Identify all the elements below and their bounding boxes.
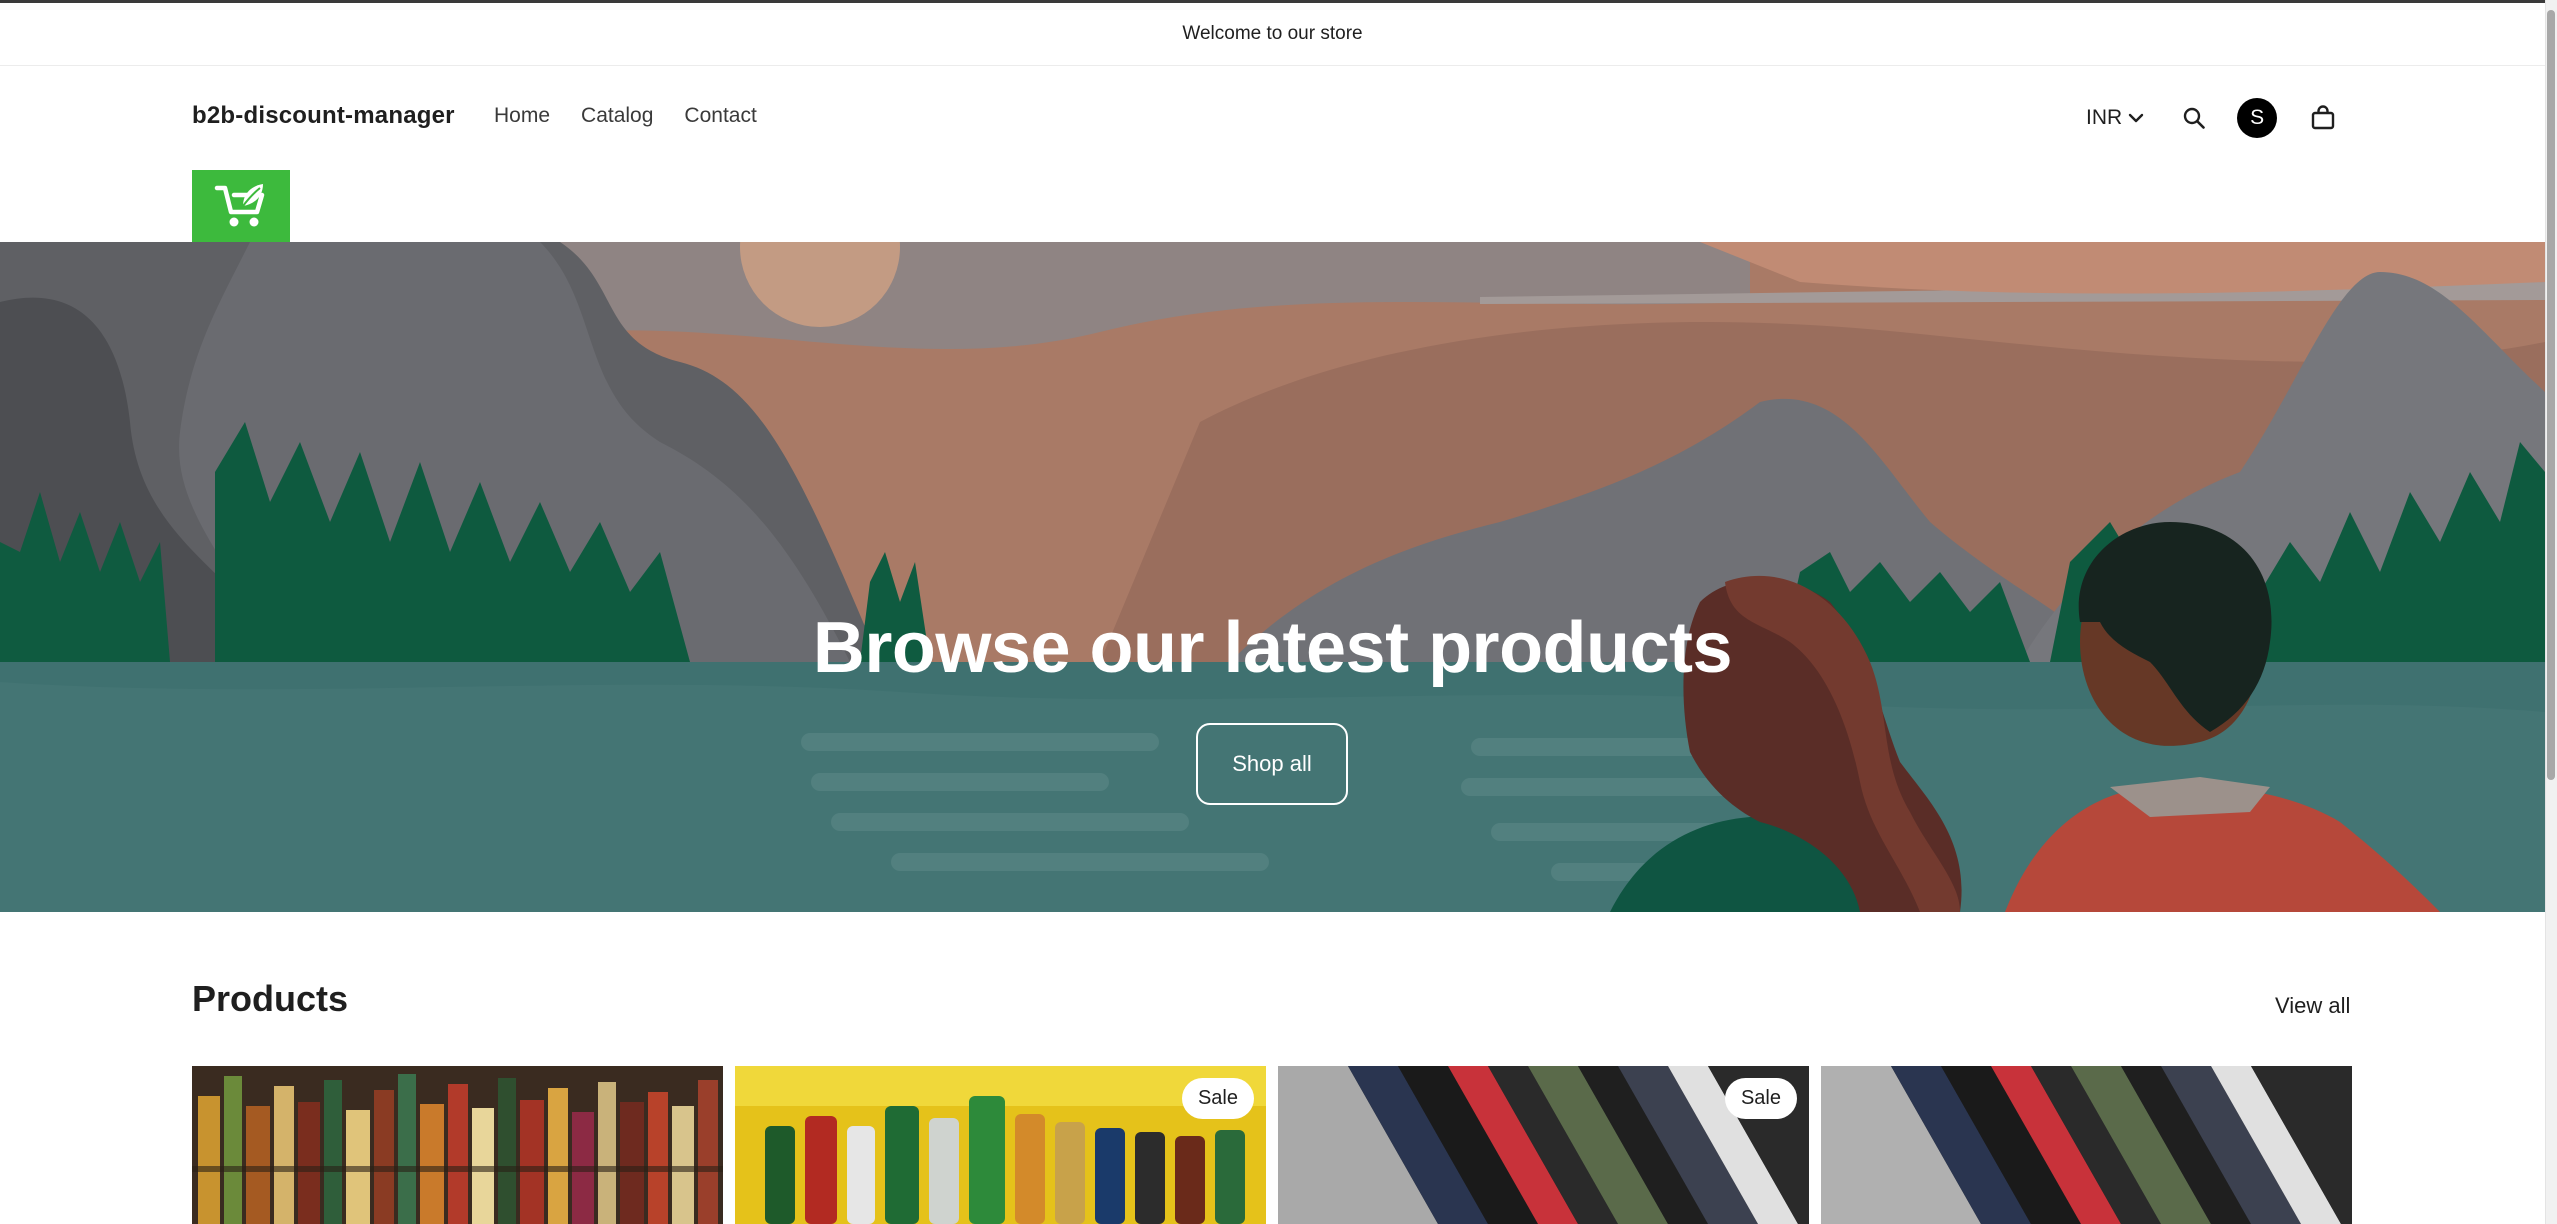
product-card[interactable]	[192, 1066, 723, 1224]
currency-label: INR	[2086, 106, 2123, 129]
currency-selector[interactable]: INR	[2086, 106, 2144, 130]
chevron-down-icon	[2128, 113, 2144, 123]
view-all-link[interactable]: View all	[2275, 993, 2350, 1019]
product-card[interactable]: Sale	[1278, 1066, 1809, 1224]
announcement-bar: Welcome to our store	[0, 3, 2545, 66]
announcement-text: Welcome to our store	[1182, 23, 1363, 44]
product-grid: Sale Sale	[192, 1066, 2352, 1224]
header-actions: INR S	[2086, 96, 2345, 140]
cart-button[interactable]	[2301, 96, 2345, 140]
scrollbar-thumb[interactable]	[2547, 10, 2555, 780]
shopping-cart-logo-icon	[214, 184, 265, 227]
page-scrollbar[interactable]	[2545, 0, 2557, 1224]
store-brand-link[interactable]: b2b-discount-manager	[192, 102, 455, 130]
store-logo[interactable]	[192, 170, 290, 242]
hero-illustration	[0, 242, 2545, 912]
avatar: S	[2237, 98, 2278, 138]
product-image-folded-shirts	[1821, 1066, 2352, 1224]
product-image-liquor-shelf	[192, 1066, 723, 1224]
nav-catalog[interactable]: Catalog	[581, 104, 653, 128]
cart-bag-icon	[2311, 105, 2335, 130]
hero-heading: Browse our latest products	[812, 608, 1733, 688]
sale-badge: Sale	[1724, 1078, 1797, 1119]
search-icon	[2183, 107, 2205, 129]
nav-home[interactable]: Home	[494, 104, 550, 128]
products-heading: Products	[192, 978, 349, 1019]
account-button[interactable]: S	[2235, 96, 2279, 140]
nav-contact[interactable]: Contact	[684, 104, 756, 128]
search-button[interactable]	[2172, 96, 2216, 140]
main-nav: Home Catalog Contact	[494, 104, 788, 128]
site-header: b2b-discount-manager Home Catalog Contac…	[0, 66, 2545, 242]
hero-banner: Browse our latest products Shop all	[0, 242, 2545, 912]
shop-all-button[interactable]: Shop all	[1196, 723, 1348, 805]
product-card[interactable]: Sale	[735, 1066, 1266, 1224]
product-card[interactable]	[1821, 1066, 2352, 1224]
sale-badge: Sale	[1181, 1078, 1254, 1119]
